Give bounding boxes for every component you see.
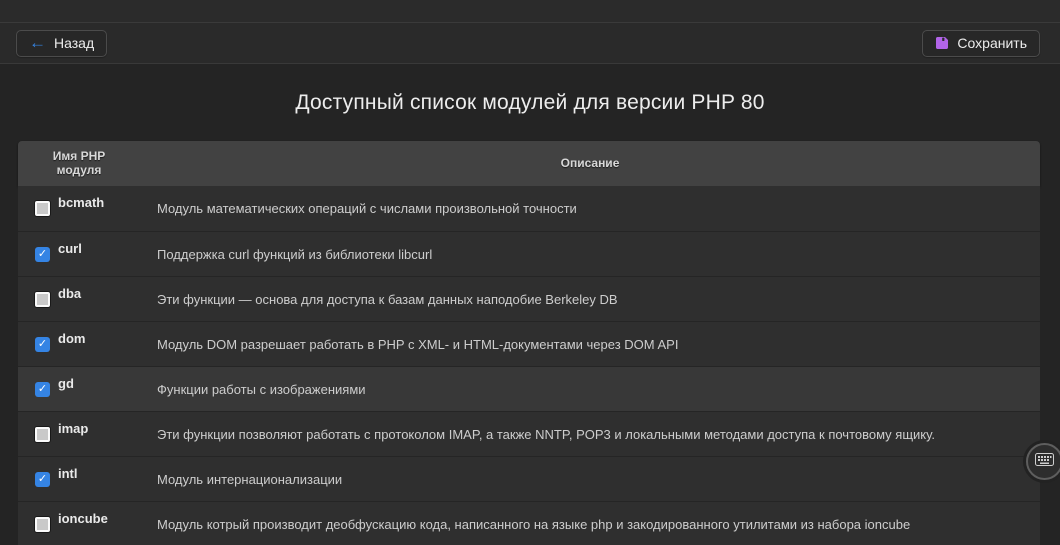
table-row: imap Эти функции позволяют работать с пр… bbox=[18, 411, 1040, 456]
table-row: dba Эти функции — основа для доступа к б… bbox=[18, 276, 1040, 321]
module-description: Эти функции — основа для доступа к базам… bbox=[157, 292, 618, 307]
page-title: Доступный список модулей для версии PHP … bbox=[0, 91, 1060, 115]
floppy-disk-icon bbox=[935, 36, 949, 50]
back-arrow-icon: ← bbox=[29, 34, 46, 51]
module-description-cell: Поддержка curl функций из библиотеки lib… bbox=[140, 232, 1040, 276]
table-row: bcmath Модуль математических операций с … bbox=[18, 186, 1040, 231]
table-row: ioncube Модуль котрый производит деобфус… bbox=[18, 501, 1040, 545]
column-header-module-name: Имя PHP модуля bbox=[18, 141, 140, 186]
table-row: ✓ curl Поддержка curl функций из библиот… bbox=[18, 231, 1040, 276]
table-header: Имя PHP модуля Описание bbox=[18, 141, 1040, 186]
module-description-cell: Функции работы с изображениями bbox=[140, 367, 1040, 411]
module-description-cell: Эти функции позволяют работать с протоко… bbox=[140, 412, 1040, 456]
keyboard-icon bbox=[1035, 453, 1054, 471]
module-checkbox[interactable]: ✓ bbox=[35, 472, 50, 487]
module-name-cell: ✓ curl bbox=[18, 232, 140, 276]
module-name: curl bbox=[58, 241, 82, 256]
module-checkbox[interactable] bbox=[35, 292, 50, 307]
module-description: Эти функции позволяют работать с протоко… bbox=[157, 427, 935, 442]
module-name: ioncube bbox=[58, 511, 108, 526]
module-name: imap bbox=[58, 421, 88, 436]
module-description: Модуль котрый производит деобфускацию ко… bbox=[157, 517, 910, 532]
module-name-cell: bcmath bbox=[18, 186, 140, 231]
module-description: Модуль математических операций с числами… bbox=[157, 201, 577, 216]
back-button[interactable]: ← Назад bbox=[16, 30, 107, 57]
module-name: intl bbox=[58, 466, 78, 481]
module-name: dba bbox=[58, 286, 81, 301]
module-name: dom bbox=[58, 331, 85, 346]
module-description-cell: Модуль DOM разрешает работать в PHP с XM… bbox=[140, 322, 1040, 366]
module-name-cell: ✓ dom bbox=[18, 322, 140, 366]
save-button[interactable]: Сохранить bbox=[922, 30, 1040, 57]
module-description: Модуль интернационализации bbox=[157, 472, 342, 487]
module-name-cell: ioncube bbox=[18, 502, 140, 545]
column-header-description: Описание bbox=[140, 141, 1040, 186]
module-description-cell: Модуль интернационализации bbox=[140, 457, 1040, 501]
module-checkbox[interactable] bbox=[35, 517, 50, 532]
table-row: ✓ dom Модуль DOM разрешает работать в PH… bbox=[18, 321, 1040, 366]
module-checkbox[interactable]: ✓ bbox=[35, 247, 50, 262]
module-checkbox[interactable]: ✓ bbox=[35, 382, 50, 397]
module-name: gd bbox=[58, 376, 74, 391]
module-name-cell: ✓ gd bbox=[18, 367, 140, 411]
module-checkbox[interactable]: ✓ bbox=[35, 337, 50, 352]
module-description: Функции работы с изображениями bbox=[157, 382, 366, 397]
module-checkbox[interactable] bbox=[35, 201, 50, 216]
module-description: Модуль DOM разрешает работать в PHP с XM… bbox=[157, 337, 678, 352]
onscreen-keyboard-button[interactable] bbox=[1026, 443, 1060, 480]
window-titlebar bbox=[0, 0, 1060, 23]
module-description-cell: Модуль математических операций с числами… bbox=[140, 186, 1040, 231]
table-row: ✓ intl Модуль интернационализации bbox=[18, 456, 1040, 501]
module-description-cell: Эти функции — основа для доступа к базам… bbox=[140, 277, 1040, 321]
module-name-cell: ✓ intl bbox=[18, 457, 140, 501]
module-checkbox[interactable] bbox=[35, 427, 50, 442]
back-button-label: Назад bbox=[54, 35, 94, 51]
module-description: Поддержка curl функций из библиотеки lib… bbox=[157, 247, 432, 262]
toolbar: ← Назад Сохранить bbox=[0, 23, 1060, 64]
table-row: ✓ gd Функции работы с изображениями bbox=[18, 366, 1040, 411]
table-body: bcmath Модуль математических операций с … bbox=[18, 186, 1040, 545]
module-description-cell: Модуль котрый производит деобфускацию ко… bbox=[140, 502, 1040, 545]
php-modules-table: Имя PHP модуля Описание bcmath Модуль ма… bbox=[18, 141, 1040, 545]
save-button-label: Сохранить bbox=[957, 35, 1027, 51]
module-name: bcmath bbox=[58, 195, 104, 210]
module-name-cell: imap bbox=[18, 412, 140, 456]
module-name-cell: dba bbox=[18, 277, 140, 321]
